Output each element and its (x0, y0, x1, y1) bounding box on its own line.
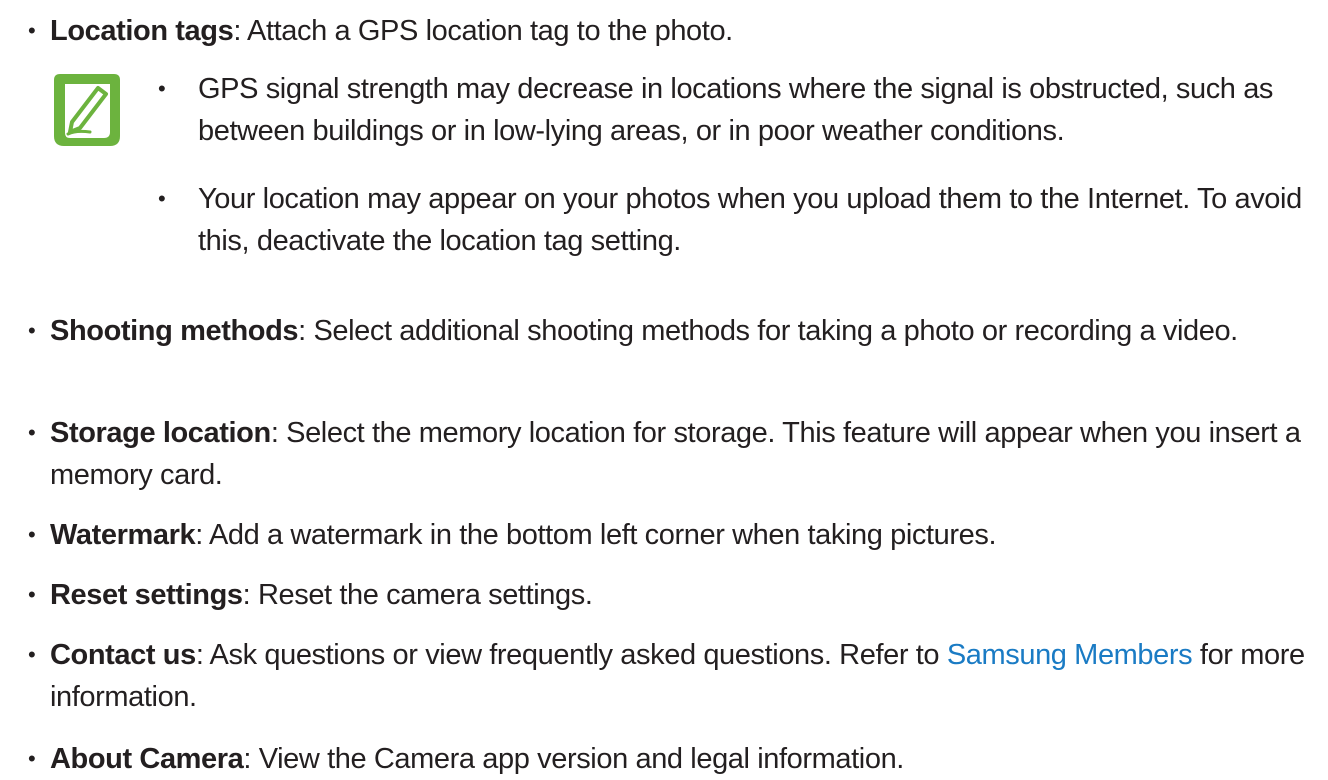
bullet: • (28, 582, 36, 607)
desc-location-tags: : Attach a GPS location tag to the photo… (233, 15, 733, 47)
note-item-gps-signal: • GPS signal strength may decrease in lo… (158, 68, 1328, 152)
note-item-location-privacy: • Your location may appear on your photo… (158, 178, 1328, 262)
note-pencil-icon (50, 70, 124, 150)
term-shooting-methods: Shooting methods (50, 315, 299, 347)
note-text-location-privacy: Your location may appear on your photos … (198, 183, 1302, 257)
list-item-shooting-methods: • Shooting methods: Select additional sh… (28, 310, 1318, 352)
bullet: • (28, 18, 36, 43)
list-item-about-camera: • About Camera: View the Camera app vers… (28, 738, 1318, 780)
bullet: • (28, 642, 36, 667)
desc-contact-us: : Ask questions or view frequently asked… (195, 639, 947, 671)
bullet: • (28, 318, 36, 343)
desc-reset-settings: : Reset the camera settings. (242, 579, 593, 611)
list-item-watermark: • Watermark: Add a watermark in the bott… (28, 514, 1318, 556)
desc-shooting-methods: : Select additional shooting methods for… (298, 315, 1238, 347)
term-location-tags: Location tags (50, 15, 234, 47)
desc-watermark: : Add a watermark in the bottom left cor… (195, 519, 997, 551)
list-item-contact-us: • Contact us: Ask questions or view freq… (28, 634, 1318, 718)
term-about-camera: About Camera (50, 743, 244, 775)
list-item-storage-location: • Storage location: Select the memory lo… (28, 412, 1318, 496)
bullet: • (28, 522, 36, 547)
list-item-reset-settings: • Reset settings: Reset the camera setti… (28, 574, 1318, 616)
samsung-members-link[interactable]: Samsung Members (947, 639, 1193, 671)
note-text-gps-signal: GPS signal strength may decrease in loca… (198, 73, 1274, 147)
bullet: • (28, 746, 36, 771)
list-item-location-tags: • Location tags: Attach a GPS location t… (28, 10, 1318, 52)
bullet: • (158, 186, 166, 211)
term-reset-settings: Reset settings (50, 579, 243, 611)
bullet: • (158, 76, 166, 101)
bullet: • (28, 420, 36, 445)
term-watermark: Watermark (50, 519, 196, 551)
manual-page: • Location tags: Attach a GPS location t… (0, 0, 1328, 780)
term-storage-location: Storage location (50, 417, 271, 449)
term-contact-us: Contact us (50, 639, 196, 671)
desc-about-camera: : View the Camera app version and legal … (243, 743, 904, 775)
